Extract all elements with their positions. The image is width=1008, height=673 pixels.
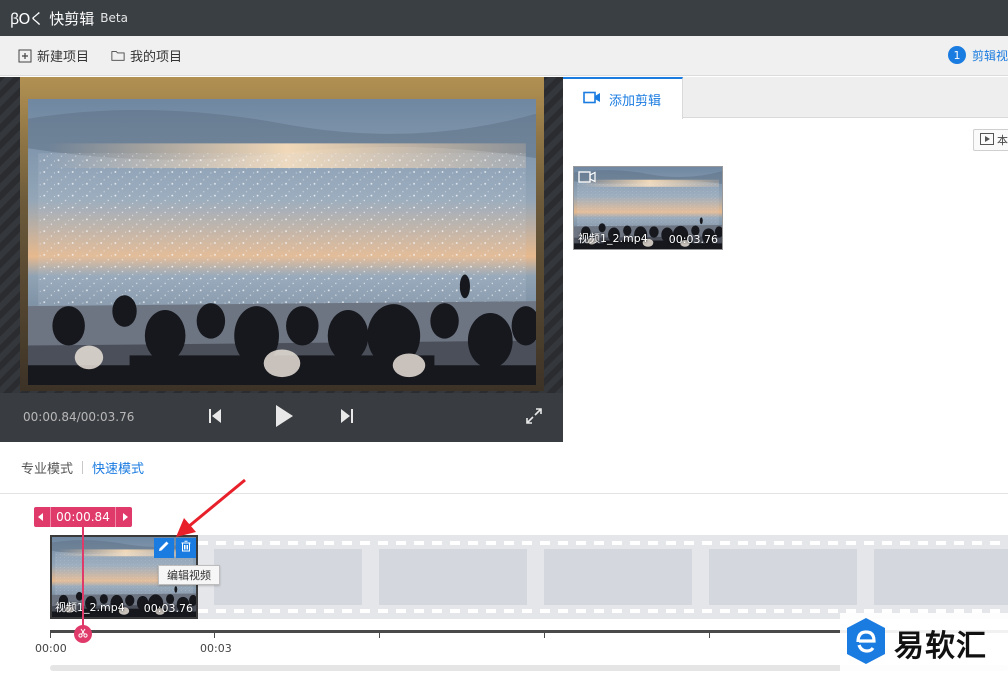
empty-slot[interactable] xyxy=(544,549,692,605)
toolbar: 新建项目 我的项目 1 剪辑视 xyxy=(0,36,1008,76)
media-clip-name: 视频1_2.mp4 xyxy=(578,232,648,245)
tab-add-clip-label: 添加剪辑 xyxy=(609,93,662,109)
import-button-label: 本 xyxy=(997,134,1008,147)
beta-badge: Beta xyxy=(100,11,128,25)
media-panel: 添加剪辑 本 视频1_2.mp4 00:03.76 xyxy=(563,77,1008,442)
video-camera-icon xyxy=(578,171,596,187)
mode-bar: 专业模式 快速模式 xyxy=(0,442,1008,494)
watermark: 易软汇 xyxy=(840,613,1008,673)
nudge-right-icon[interactable] xyxy=(122,510,128,524)
ruler-tick xyxy=(544,630,545,638)
media-clip-card[interactable]: 视频1_2.mp4 00:03.76 xyxy=(573,166,723,250)
watermark-logo-icon xyxy=(844,616,888,670)
empty-slot[interactable] xyxy=(214,549,362,605)
expand-icon[interactable] xyxy=(525,407,543,425)
play-square-icon xyxy=(980,132,994,148)
timeline-clip-duration: 00:03.76 xyxy=(143,602,193,615)
step-number: 1 xyxy=(947,46,966,64)
ruler-tick xyxy=(214,630,215,638)
playhead-handle[interactable] xyxy=(74,625,92,643)
step-label: 剪辑视 xyxy=(971,48,1008,63)
ruler-tick xyxy=(50,630,51,638)
video-frame xyxy=(20,77,544,391)
watermark-text: 易软汇 xyxy=(894,629,987,664)
folder-icon xyxy=(111,49,125,62)
my-projects-label: 我的项目 xyxy=(130,50,183,65)
logo-mark: ꞵOく xyxy=(10,9,44,28)
new-project-label: 新建项目 xyxy=(37,50,90,65)
edit-video-button[interactable] xyxy=(154,538,174,558)
playhead-line[interactable] xyxy=(82,527,84,631)
my-projects-button[interactable]: 我的项目 xyxy=(111,46,182,65)
pencil-icon xyxy=(158,540,170,556)
video-camera-icon xyxy=(583,91,601,108)
import-button[interactable]: 本 xyxy=(973,129,1008,151)
player-timecode: 00:00.84/00:03.76 xyxy=(23,410,135,424)
app-logo: ꞵOく xyxy=(10,8,44,29)
step-indicator[interactable]: 1 剪辑视 xyxy=(947,46,1008,64)
fast-mode-tab[interactable]: 快速模式 xyxy=(92,458,144,477)
ruler-label: 00:03 xyxy=(200,642,232,655)
app-title: 快剪辑 xyxy=(49,9,95,28)
edit-video-tooltip: 编辑视频 xyxy=(158,565,220,585)
nudge-left-icon[interactable] xyxy=(38,510,44,524)
play-icon[interactable] xyxy=(274,404,294,428)
skip-forward-icon[interactable] xyxy=(340,407,354,425)
ruler-label: 00:00 xyxy=(35,642,67,655)
video-track[interactable] xyxy=(198,535,1008,619)
empty-slot[interactable] xyxy=(709,549,857,605)
new-project-button[interactable]: 新建项目 xyxy=(18,46,89,65)
pro-mode-tab[interactable]: 专业模式 xyxy=(21,458,73,477)
media-clip-duration: 00:03.76 xyxy=(668,233,718,246)
timeline-clip-name: 视频1_2.mp4 xyxy=(55,601,125,614)
empty-slot[interactable] xyxy=(874,549,1008,605)
ruler-tick xyxy=(379,630,380,638)
plus-square-icon xyxy=(18,49,32,62)
playhead-time: 00:00.84 xyxy=(56,510,110,524)
app-window: ꞵOく 快剪辑 Beta 新建项目 我的项目 1 剪辑视 00:00.84/00… xyxy=(0,0,1008,673)
mode-divider xyxy=(82,461,84,474)
scissors-icon xyxy=(78,627,88,642)
empty-slot[interactable] xyxy=(379,549,527,605)
ruler-tick xyxy=(709,630,710,638)
delete-clip-button[interactable] xyxy=(176,538,196,558)
trash-icon xyxy=(180,540,192,556)
video-preview[interactable] xyxy=(28,99,536,385)
player-controls: 00:00.84/00:03.76 xyxy=(0,393,563,442)
tab-add-clip[interactable]: 添加剪辑 xyxy=(563,77,683,119)
title-bar: ꞵOく 快剪辑 Beta xyxy=(0,0,1008,36)
video-player: 00:00.84/00:03.76 xyxy=(0,77,563,442)
media-tabs: 添加剪辑 xyxy=(563,77,1008,119)
playhead-time-pill[interactable]: 00:00.84 xyxy=(34,507,132,527)
skip-back-icon[interactable] xyxy=(208,407,222,425)
